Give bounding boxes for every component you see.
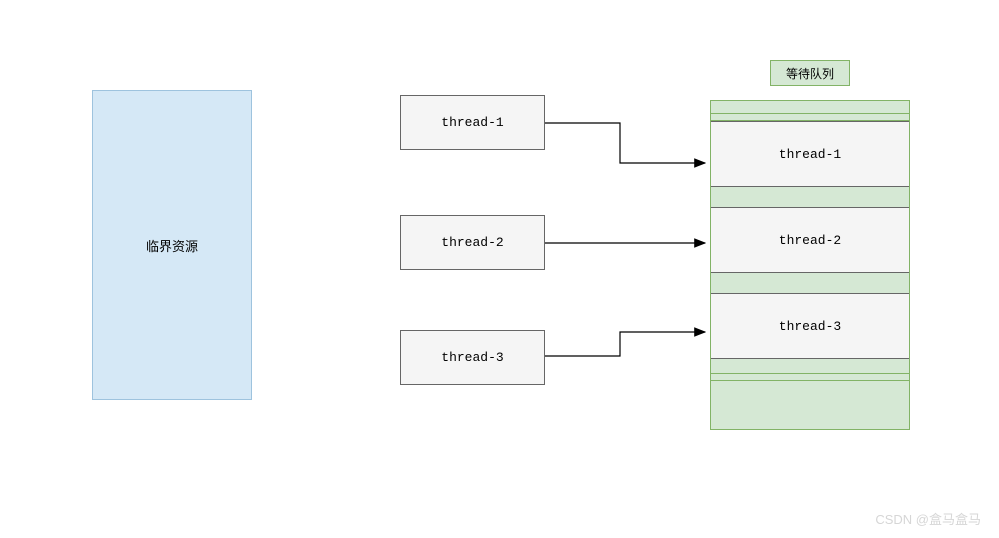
queue-divider [711, 113, 909, 121]
wait-queue-container: thread-1 thread-2 thread-3 [710, 100, 910, 430]
queue-title-box: 等待队列 [770, 60, 850, 86]
queue-slot-3: thread-3 [711, 293, 909, 359]
queue-slot-3-label: thread-3 [779, 319, 841, 334]
queue-title-label: 等待队列 [786, 65, 834, 82]
watermark-text: CSDN @盒马盒马 [875, 509, 981, 528]
arrow-icon [545, 320, 715, 370]
critical-resource-label: 临界资源 [146, 236, 198, 255]
thread-box-3: thread-3 [400, 330, 545, 385]
queue-slot-1-label: thread-1 [779, 147, 841, 162]
queue-slot-2-label: thread-2 [779, 233, 841, 248]
queue-slot-2: thread-2 [711, 207, 909, 273]
arrow-icon [545, 118, 715, 178]
watermark-label: CSDN @盒马盒马 [875, 512, 981, 527]
thread-2-label: thread-2 [441, 235, 503, 250]
thread-1-label: thread-1 [441, 115, 503, 130]
queue-slot-1: thread-1 [711, 121, 909, 187]
arrow-icon [545, 238, 715, 258]
critical-resource-box: 临界资源 [92, 90, 252, 400]
thread-3-label: thread-3 [441, 350, 503, 365]
thread-box-1: thread-1 [400, 95, 545, 150]
thread-box-2: thread-2 [400, 215, 545, 270]
queue-divider [711, 373, 909, 381]
